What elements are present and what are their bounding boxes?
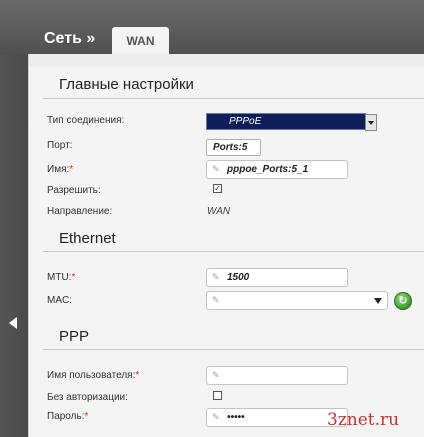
breadcrumb[interactable]: Сеть »	[44, 30, 95, 48]
name-label: Имя:*	[47, 164, 74, 175]
section-divider	[43, 251, 424, 252]
enable-label: Разрешить:	[47, 185, 101, 196]
connection-type-value: PPPoE	[229, 116, 262, 127]
chevron-down-icon[interactable]	[365, 114, 377, 131]
refresh-icon[interactable]: ↻	[394, 292, 412, 310]
required-marker: *	[84, 411, 89, 422]
required-marker: *	[69, 164, 74, 175]
connection-type-label: Тип соединения:	[47, 115, 125, 126]
chevron-down-icon[interactable]	[374, 298, 382, 304]
required-marker: *	[71, 272, 76, 283]
mac-label: MAC:	[47, 295, 72, 306]
pencil-icon: ✎	[212, 164, 220, 174]
no-auth-label: Без авторизации:	[47, 392, 128, 403]
top-bar: Сеть » WAN	[0, 0, 424, 60]
pencil-icon: ✎	[212, 295, 220, 305]
enable-checkbox[interactable]: ✓	[213, 184, 222, 193]
settings-panel: Главные настройки Тип соединения: PPPoE …	[28, 54, 424, 437]
password-label: Пароль:*	[47, 411, 89, 422]
direction-value: WAN	[207, 206, 231, 217]
no-auth-checkbox[interactable]	[213, 391, 222, 400]
mtu-label: MTU:*	[47, 272, 76, 283]
chevron-left-icon[interactable]	[9, 317, 17, 329]
section-title-main: Главные настройки	[59, 76, 194, 93]
left-sidebar	[0, 54, 28, 437]
connection-type-select[interactable]: PPPoE	[206, 113, 377, 131]
username-label: Имя пользователя:*	[47, 370, 140, 381]
mac-combobox[interactable]: ✎	[206, 291, 388, 310]
section-divider	[43, 349, 424, 350]
section-title-ethernet: Ethernet	[59, 230, 116, 247]
username-input[interactable]: ✎	[206, 366, 348, 385]
password-value: •••••	[227, 412, 245, 423]
direction-label: Направление:	[47, 206, 113, 217]
mtu-input[interactable]: ✎ 1500	[206, 268, 348, 287]
panel-top-strip	[29, 54, 424, 66]
pencil-icon: ✎	[212, 370, 220, 380]
pencil-icon: ✎	[212, 272, 220, 282]
pencil-icon: ✎	[212, 412, 220, 422]
watermark: 3znet.ru	[327, 410, 400, 430]
name-input[interactable]: ✎ pppoe_Ports:5_1	[206, 160, 348, 179]
section-title-ppp: PPP	[59, 328, 90, 345]
name-value: pppoe_Ports:5_1	[227, 164, 309, 175]
port-label: Порт:	[47, 140, 73, 151]
port-select[interactable]: Ports:5	[206, 139, 261, 156]
section-divider	[43, 98, 424, 99]
required-marker: *	[135, 370, 140, 381]
mtu-value: 1500	[227, 272, 250, 283]
tab-wan[interactable]: WAN	[112, 27, 169, 54]
